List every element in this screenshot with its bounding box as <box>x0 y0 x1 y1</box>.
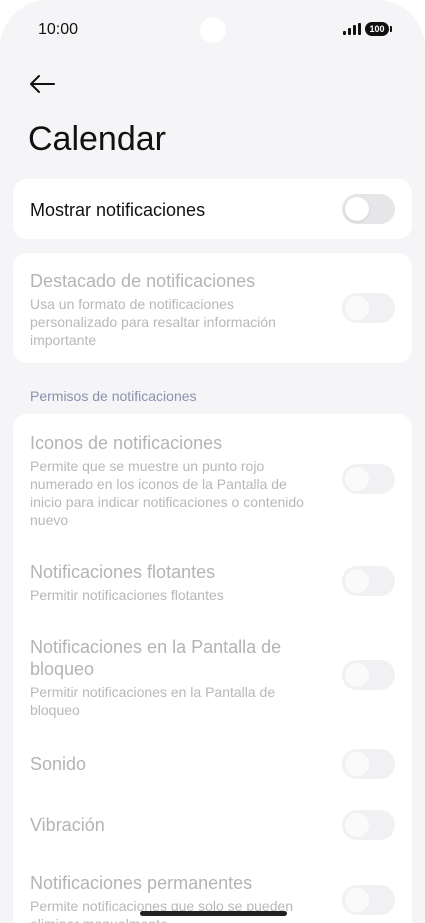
persistent-toggle[interactable] <box>342 885 395 915</box>
highlight-toggle[interactable] <box>342 293 395 323</box>
status-time: 10:00 <box>38 21 79 38</box>
permission-title: Iconos de notificaciones <box>30 433 223 453</box>
permission-title: Vibración <box>30 815 105 835</box>
highlight-card: Destacado de notificaciones Usa un forma… <box>13 253 412 363</box>
back-arrow-icon[interactable] <box>24 66 60 102</box>
permission-row-lock-screen: Notificaciones en la Pantalla de bloqueo… <box>13 636 412 719</box>
show-notifications-card[interactable]: Mostrar notificaciones <box>13 179 412 239</box>
battery-icon: 100 <box>365 22 392 36</box>
permission-row-badge-icons: Iconos de notificaciones Permite que se … <box>13 432 412 529</box>
permission-description: Permitir notificaciones flotantes <box>30 587 224 603</box>
permission-row-sound: Sonido <box>13 749 412 779</box>
camera-cutout <box>200 17 226 43</box>
permission-title: Notificaciones permanentes <box>30 873 253 893</box>
status-indicators: 100 <box>343 22 392 36</box>
lock-screen-toggle[interactable] <box>342 660 395 690</box>
highlight-row: Destacado de notificaciones Usa un forma… <box>13 253 412 349</box>
signal-icon <box>343 23 361 35</box>
home-indicator[interactable] <box>140 911 287 916</box>
badge-icons-toggle[interactable] <box>342 464 395 494</box>
highlight-title: Destacado de notificaciones <box>30 271 256 291</box>
highlight-description: Usa un formato de notificaciones persona… <box>30 296 276 348</box>
permission-description: Permite que se muestre un punto rojo num… <box>30 458 304 528</box>
permission-row-vibration: Vibración <box>13 810 412 840</box>
permission-title: Sonido <box>30 754 87 774</box>
status-bar: 10:00 100 <box>0 0 425 60</box>
sound-toggle[interactable] <box>342 749 395 779</box>
show-notifications-label: Mostrar notificaciones <box>30 200 206 220</box>
page-title: Calendar <box>28 120 166 158</box>
section-label-permissions: Permisos de notificaciones <box>30 388 197 404</box>
permission-description: Permitir notificaciones en la Pantalla d… <box>30 684 276 718</box>
show-notifications-toggle[interactable] <box>342 194 395 224</box>
permission-title: Notificaciones flotantes <box>30 562 216 582</box>
permission-description: Permite notificaciones que solo se puede… <box>30 898 294 923</box>
permission-title: Notificaciones en la Pantalla de bloqueo <box>30 637 282 679</box>
permissions-card: Iconos de notificaciones Permite que se … <box>13 414 412 923</box>
show-notifications-row[interactable]: Mostrar notificaciones <box>13 179 412 224</box>
floating-toggle[interactable] <box>342 566 395 596</box>
phone-screen: 10:00 100 Calendar Mostrar notificacione… <box>0 0 425 923</box>
permission-row-floating: Notificaciones flotantes Permitir notifi… <box>13 561 412 604</box>
vibration-toggle[interactable] <box>342 810 395 840</box>
